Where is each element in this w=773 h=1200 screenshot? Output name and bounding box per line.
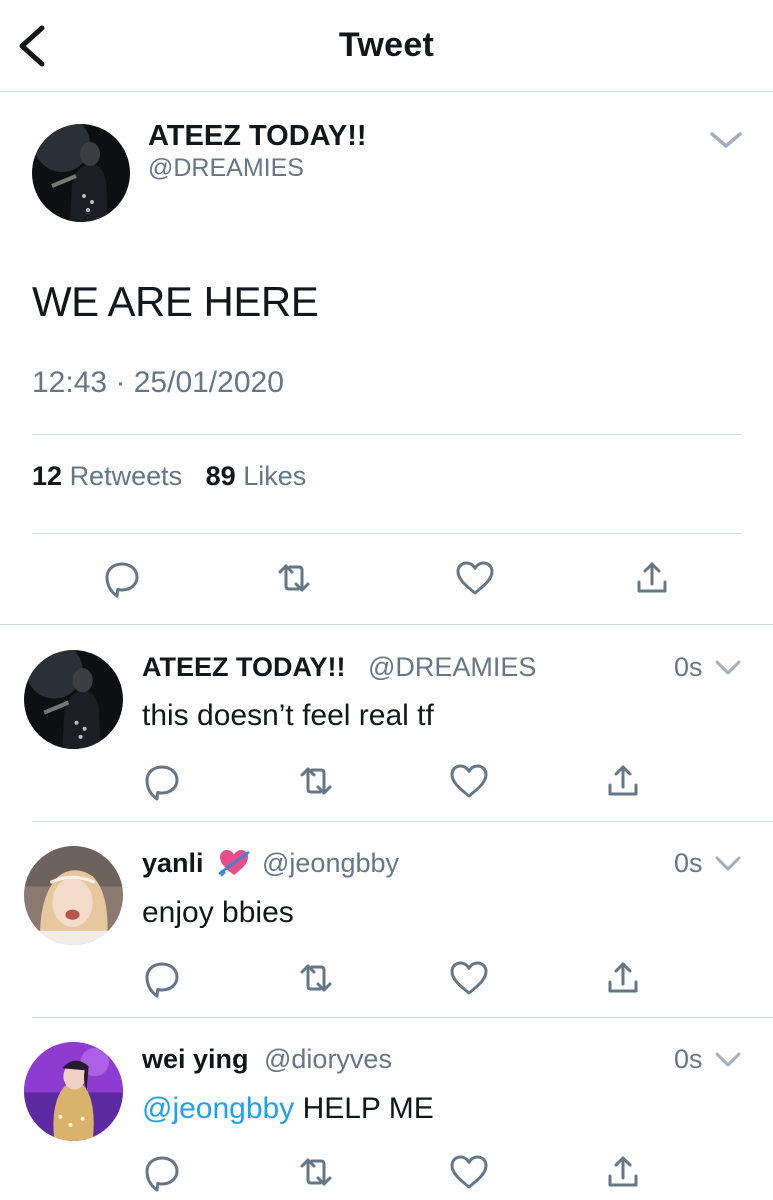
author-handle[interactable]: @DREAMIES: [148, 154, 304, 183]
avatar[interactable]: [24, 1042, 123, 1141]
reply-icon[interactable]: [138, 954, 186, 1002]
reply-author-handle[interactable]: @jeongbby: [262, 848, 399, 879]
avatar[interactable]: [32, 124, 130, 222]
like-icon[interactable]: [445, 1148, 493, 1196]
chevron-down-icon[interactable]: [713, 1048, 743, 1072]
chevron-down-icon[interactable]: [706, 124, 746, 156]
reply-text: this doesn’t feel real tf: [142, 699, 434, 732]
reply-icon[interactable]: [138, 1148, 186, 1196]
divider: [0, 624, 773, 625]
divider: [32, 1017, 773, 1018]
chevron-down-icon[interactable]: [713, 852, 743, 876]
retweet-icon[interactable]: [292, 1148, 340, 1196]
author-name[interactable]: ATEEZ TODAY!!: [148, 120, 367, 153]
reply-time: 0s: [674, 848, 703, 878]
retweet-count[interactable]: 12: [32, 461, 62, 491]
reply-author-handle[interactable]: @DREAMIES: [368, 652, 536, 683]
mention-link[interactable]: @jeongbby: [142, 1092, 294, 1125]
retweet-icon[interactable]: [292, 757, 340, 805]
like-icon[interactable]: [451, 554, 499, 602]
tweet-text: WE ARE HERE: [32, 278, 319, 325]
reply-icon[interactable]: [138, 757, 186, 805]
avatar[interactable]: [24, 846, 123, 945]
nav-bar: Tweet: [0, 0, 773, 92]
share-icon[interactable]: [628, 554, 676, 602]
reply-icon[interactable]: [98, 554, 146, 602]
tweet-timestamp: 12:43 · 25/01/2020: [32, 366, 284, 399]
reply-author-handle[interactable]: @dioryves: [264, 1044, 392, 1075]
reply-time: 0s: [674, 1044, 703, 1074]
heart-with-arrow-emoji: [217, 846, 251, 878]
divider: [32, 434, 742, 435]
retweet-icon[interactable]: [292, 954, 340, 1002]
reply-text: enjoy bbies: [142, 896, 294, 929]
like-icon[interactable]: [445, 757, 493, 805]
retweet-label[interactable]: Retweets: [70, 461, 183, 491]
page-title: Tweet: [338, 26, 435, 64]
like-icon[interactable]: [445, 954, 493, 1002]
retweet-icon[interactable]: [270, 554, 318, 602]
reply-author-name[interactable]: yanli: [142, 848, 204, 879]
reply-text: @jeongbby HELP ME: [142, 1092, 434, 1126]
tweet-stats: 12 Retweets 89 Likes: [32, 461, 306, 492]
like-label[interactable]: Likes: [243, 461, 306, 491]
reply-time: 0s: [674, 652, 703, 682]
share-icon[interactable]: [599, 954, 647, 1002]
divider: [32, 533, 742, 534]
divider: [32, 821, 773, 822]
share-icon[interactable]: [599, 1148, 647, 1196]
reply-author-name[interactable]: ATEEZ TODAY!!: [142, 652, 346, 683]
avatar[interactable]: [24, 650, 123, 749]
like-count[interactable]: 89: [206, 461, 236, 491]
share-icon[interactable]: [599, 757, 647, 805]
reply-text-body: HELP ME: [294, 1092, 434, 1125]
chevron-down-icon[interactable]: [713, 656, 743, 680]
reply-author-name[interactable]: wei ying: [142, 1044, 249, 1075]
